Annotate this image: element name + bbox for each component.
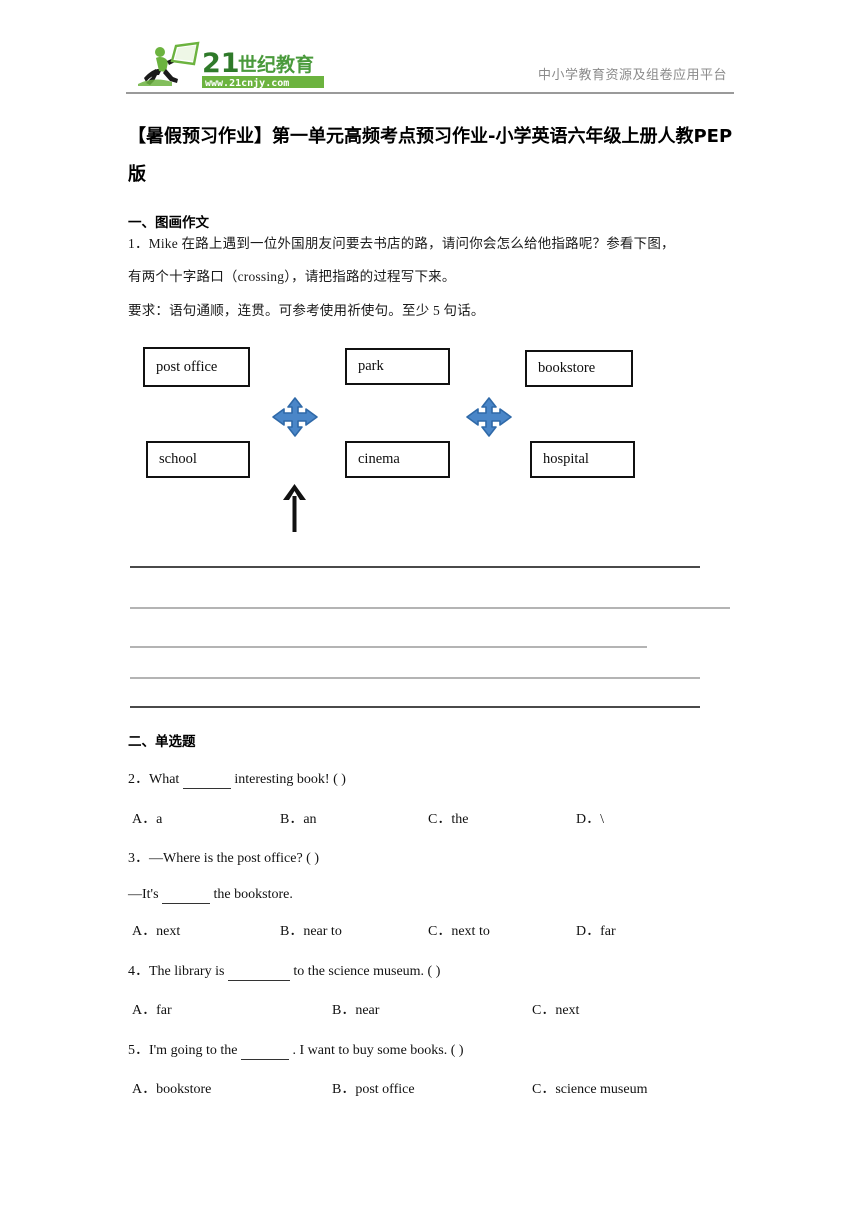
question-2-option-c[interactable]: C．the xyxy=(428,808,468,828)
question1-line2: 有两个十字路口（crossing），请把指路的过程写下来。 xyxy=(128,269,456,284)
question-5-option-b[interactable]: B．post office xyxy=(332,1078,415,1098)
question-4-option-c[interactable]: C．next xyxy=(532,999,579,1019)
map-box-hospital: hospital xyxy=(530,441,635,478)
question-4-blank[interactable] xyxy=(227,964,290,981)
question-3-option-c[interactable]: C．next to xyxy=(428,920,490,940)
section-heading-composition: 一、图画作文 xyxy=(128,215,209,231)
map-box-park: park xyxy=(345,348,450,385)
question-3-stem-line2: —It's the bookstore. xyxy=(128,887,293,904)
question-3-stem-line2-after: the bookstore. xyxy=(213,887,293,902)
answer-line-2[interactable] xyxy=(130,607,730,609)
question-3-stem: 3．—Where is the post office? ( ) xyxy=(128,847,319,867)
question-3-stem-before: 3．—Where is the post office? ( ) xyxy=(128,851,320,866)
question-3-option-b[interactable]: B．near to xyxy=(280,920,342,940)
map-box-bookstore: bookstore xyxy=(525,350,633,387)
crossing-left-four-way-arrow-icon xyxy=(270,396,320,443)
map-box-post-office: post office xyxy=(143,347,250,387)
question-2-stem-after: interesting book! ( ) xyxy=(234,772,346,787)
question-2-option-a[interactable]: A．a xyxy=(132,808,162,828)
question-3-option-d[interactable]: D．far xyxy=(576,920,616,940)
question-4-stem-after: to the science museum. ( ) xyxy=(293,964,441,979)
question-2-option-d[interactable]: D．\ xyxy=(576,808,604,828)
logo-brand-cn: 世纪教育 xyxy=(238,53,314,76)
start-direction-up-arrow-icon xyxy=(282,484,308,537)
header-tagline: 中小学教育资源及组卷应用平台 xyxy=(538,68,728,83)
runner-figure-icon xyxy=(144,41,200,85)
answer-line-4[interactable] xyxy=(130,677,700,679)
logo-url: www.21cnjy.com xyxy=(205,77,289,89)
question-2-option-b[interactable]: B．an xyxy=(280,808,317,828)
question1-line3: 要求：语句通顺，连贯。可参考使用祈使句。至少 5 句话。 xyxy=(128,303,485,318)
question-3-stem-line2-before: —It's xyxy=(128,887,159,902)
question-5-stem: 5．I'm going to the . I want to buy some … xyxy=(128,1039,464,1060)
question-4-option-b[interactable]: B．near xyxy=(332,999,379,1019)
page-header: 21 世纪教育 www.21cnjy.com 中小学教育资源及组卷应用平台 xyxy=(0,0,860,100)
section-heading-multiple-choice: 二、单选题 xyxy=(128,734,196,750)
map-box-school: school xyxy=(146,441,250,478)
question-5-stem-after: . I want to buy some books. ( ) xyxy=(292,1043,464,1058)
question-3-option-a[interactable]: A．next xyxy=(132,920,180,940)
question-4-option-a[interactable]: A．far xyxy=(132,999,172,1019)
question-2-stem-before: 2．What xyxy=(128,772,180,787)
question-4-stem: 4．The library is to the science museum. … xyxy=(128,960,440,981)
header-divider xyxy=(126,92,734,94)
question-5-option-c[interactable]: C．science museum xyxy=(532,1078,647,1098)
logo-digits: 21 xyxy=(202,48,240,79)
site-logo: 21 世纪教育 www.21cnjy.com xyxy=(126,38,326,90)
answer-line-5[interactable] xyxy=(130,706,700,708)
question-3-blank[interactable] xyxy=(162,887,211,904)
crossing-right-four-way-arrow-icon xyxy=(464,396,514,443)
question-5-option-a[interactable]: A．bookstore xyxy=(132,1078,211,1098)
map-box-cinema: cinema xyxy=(345,441,450,478)
question-5-blank[interactable] xyxy=(240,1043,289,1060)
question1-line1: 1．Mike 在路上遇到一位外国朋友问要去书店的路，请问你会怎么给他指路呢？参看… xyxy=(128,236,675,251)
answer-line-1[interactable] xyxy=(130,566,700,568)
question-4-stem-before: 4．The library is xyxy=(128,964,225,979)
question-2-blank[interactable] xyxy=(182,772,231,789)
page-title: 【暑假预习作业】第一单元高频考点预习作业-小学英语六年级上册人教PEP版 xyxy=(128,126,733,185)
question-5-stem-before: 5．I'm going to the xyxy=(128,1043,238,1058)
answer-line-3[interactable] xyxy=(130,646,647,648)
question-2-stem: 2．What interesting book! ( ) xyxy=(128,768,346,789)
logo-21cnjy-icon: 21 世纪教育 www.21cnjy.com xyxy=(138,41,324,89)
